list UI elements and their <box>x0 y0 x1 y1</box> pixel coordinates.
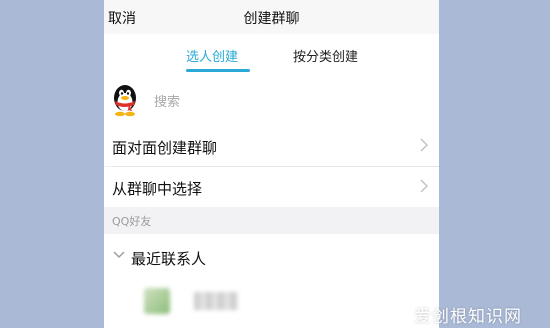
page-title: 创建群聊 <box>243 11 300 27</box>
avatar <box>144 288 170 314</box>
tab-bar: 选人创建 按分类创建 <box>104 34 439 74</box>
tab-select-people[interactable]: 选人创建 <box>186 46 238 65</box>
menu-item-label: 面对面创建群聊 <box>112 139 218 157</box>
group-label: 最近联系人 <box>131 250 207 268</box>
chevron-down-icon <box>113 251 125 259</box>
active-tab-indicator <box>186 69 250 72</box>
contact-name-blurred <box>194 292 238 310</box>
menu-item-choose-from-groups[interactable]: 从群聊中选择 <box>104 167 439 207</box>
group-recent-contacts[interactable]: 最近联系人 <box>104 234 439 280</box>
contact-row[interactable] <box>104 280 439 328</box>
watermark-text: 爱创根知识网 <box>414 307 522 327</box>
search-input[interactable]: 搜索 <box>154 91 180 110</box>
section-header-qq-friends: QQ好友 <box>104 208 439 234</box>
qq-penguin-icon <box>114 85 136 117</box>
top-bar: 取消 创建群聊 <box>104 0 439 34</box>
tab-by-category[interactable]: 按分类创建 <box>293 46 358 65</box>
watermark: 爱创根知识网 <box>414 302 544 327</box>
chevron-right-icon <box>420 138 429 152</box>
search-bar[interactable]: 搜索 <box>104 74 439 126</box>
menu-item-label: 从群聊中选择 <box>112 180 203 198</box>
chevron-right-icon <box>420 179 429 193</box>
phone-screen: 取消 创建群聊 选人创建 按分类创建 搜索 面对面创建群聊 从群聊中选择 QQ好… <box>104 0 439 328</box>
section-title: QQ好友 <box>112 215 152 228</box>
menu-item-face-to-face[interactable]: 面对面创建群聊 <box>104 126 439 166</box>
